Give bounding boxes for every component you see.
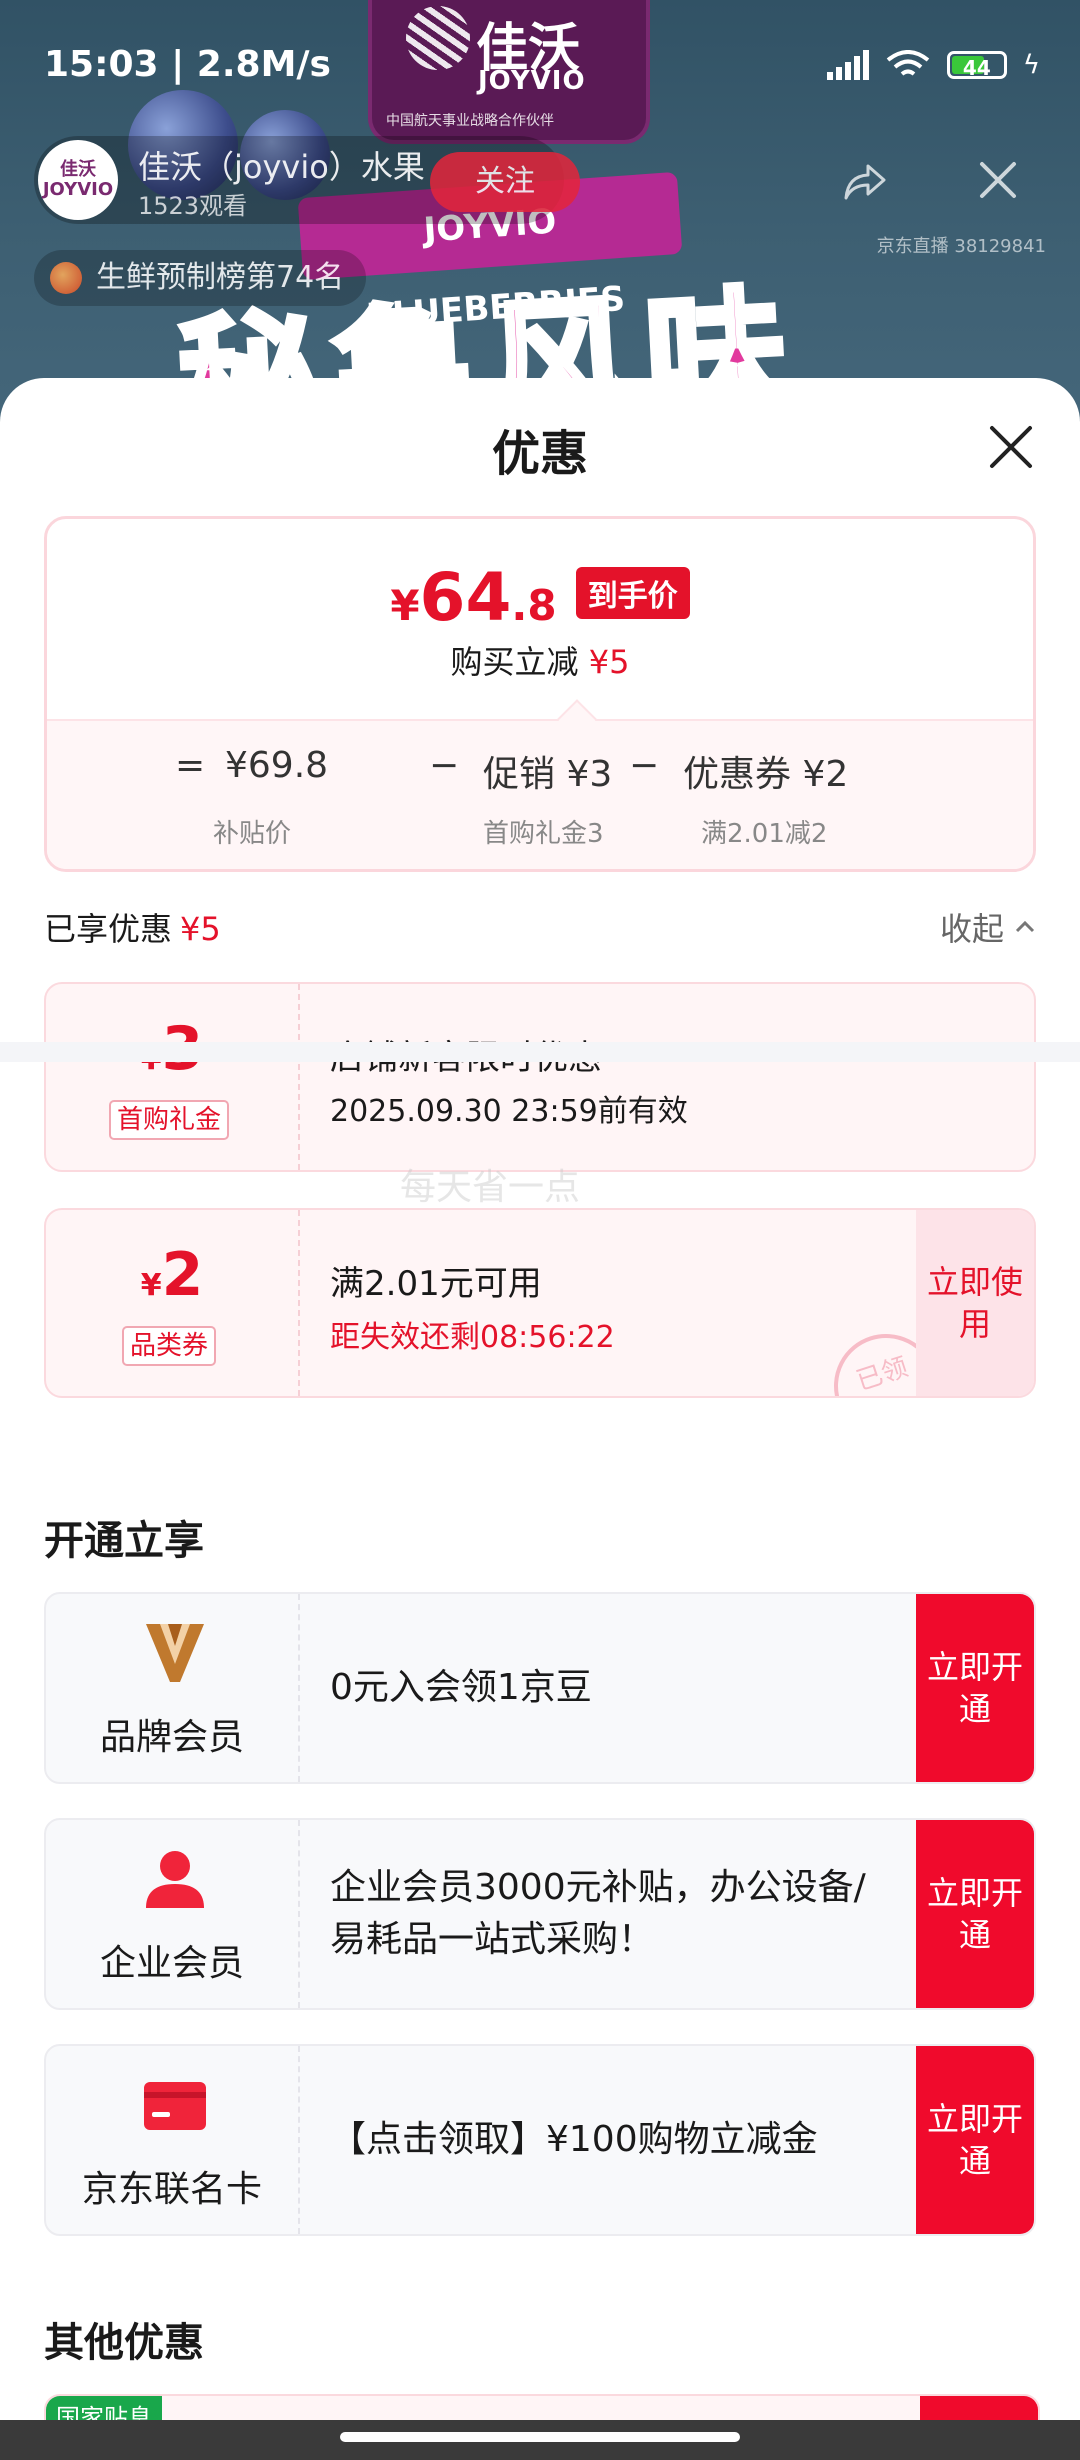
share-icon[interactable] [840,158,888,206]
price-currency: ¥ [390,581,420,630]
instant-discount-label: 购买立减 [450,643,579,681]
status-time: 15:03 | 2.8M/s [44,44,331,85]
coupon-title: 满2.01元可用 [330,1264,542,1304]
price-integer: 64 [419,559,512,636]
formula-op: − [429,745,460,786]
enjoyed-discount: 已享优惠 ¥5 [44,904,221,950]
charging-icon: ϟ [1022,50,1040,80]
chevron-up-icon [1015,920,1035,933]
enjoyed-label: 已享优惠 [44,910,173,948]
formula-op: = [175,745,206,786]
price-breakdown: = ¥69.8 补贴价 − 促销 ¥3 首购礼金3 − 优惠券 ¥2 满2.01… [47,719,1033,869]
instant-discount: 购买立减 ¥5 [47,637,1033,683]
price-card: ¥ 64 .8 到手价 购买立减 ¥5 = ¥69.8 补贴价 − 促销 ¥3 … [44,516,1036,872]
coupon-amount: 优惠券 ¥2 [683,754,849,795]
status-icons: 44 ϟ [826,50,1040,80]
coupon-amount: 2 [161,1240,204,1310]
brand-member-icon [146,1624,204,1682]
membership-row[interactable]: 企业会员 企业会员3000元补贴，办公设备/易耗品一站式采购！ 立即开通 [44,1818,1036,2010]
view-count: 1523观看 [138,192,248,220]
streamer-name: 佳沃（joyvio）水果 [138,148,425,186]
home-indicator[interactable] [340,2432,740,2442]
wifi-icon [886,50,930,76]
collapse-label: 收起 [939,910,1004,948]
collapse-toggle[interactable]: 收起 [940,904,1036,950]
fruit-icon [50,262,82,294]
avatar[interactable]: 佳沃 JOYVIO [38,140,118,220]
discount-sheet: 优惠 ¥ 64 .8 到手价 购买立减 ¥5 = ¥69.8 补贴价 − 促销 … [0,378,1080,2460]
watermark: 每天省一点 [400,1167,581,1208]
rank-tag[interactable]: 生鲜预制榜第74名 [34,250,367,306]
navigation-bar [0,2420,1080,2460]
open-now-button[interactable]: 立即开通 [916,1820,1034,2008]
coupon-type-tag: 品类券 [122,1326,217,1366]
membership-desc: 企业会员3000元补贴，办公设备/易耗品一站式采购！ [330,1867,866,1960]
use-now-button[interactable]: 立即使用 [916,1210,1034,1396]
close-live-icon[interactable] [976,158,1020,202]
battery-icon: 44 [946,51,1007,80]
membership-name: 京东联名卡 [81,2169,262,2210]
coupon-condition: 满2.01减2 [701,819,828,849]
follow-button[interactable]: 关注 [430,152,580,212]
membership-name: 企业会员 [99,1943,244,1984]
close-icon[interactable] [988,424,1034,470]
section-divider [0,1042,1080,1062]
coupon-card[interactable]: ¥3 首购礼金 店铺新客限时优惠 2025.09.30 23:59前有效 [44,982,1036,1172]
membership-name: 品牌会员 [99,1717,244,1758]
battery-level: 44 [962,56,991,80]
formula-op: − [629,745,660,786]
final-price-badge: 到手价 [575,567,690,619]
open-section-title: 开通立享 [44,1518,204,1564]
coupon-type-tag: 首购礼金 [109,1100,230,1140]
membership-desc: 【点击领取】¥100购物立减金 [330,2119,818,2160]
coupon-countdown: 距失效还剩08:56:22 [330,1320,615,1355]
enterprise-member-icon [146,1851,204,1908]
price-decimal: .8 [511,581,557,630]
coupon-value: ¥2 [46,1240,298,1310]
room-id: 京东直播 38129841 [876,236,1046,257]
membership-desc: 0元入会领1京豆 [330,1667,592,1708]
open-now-button[interactable]: 立即开通 [916,1594,1034,1782]
coupon-currency: ¥ [140,1268,162,1303]
open-now-button[interactable]: 立即开通 [916,2046,1034,2234]
promotion-label: 首购礼金3 [483,819,604,849]
coupon-expiry: 2025.09.30 23:59前有效 [330,1094,688,1129]
subsidy-price: ¥69.8 [225,745,329,786]
signal-icon [826,50,869,80]
credit-card-icon [144,2082,206,2130]
final-price: ¥ 64 .8 到手价 [47,559,1033,636]
membership-row[interactable]: 京东联名卡 【点击领取】¥100购物立减金 立即开通 [44,2044,1036,2236]
sheet-title: 优惠 [491,426,588,482]
instant-discount-amount: ¥5 [588,643,630,681]
coupon-card[interactable]: ¥2 品类券 满2.01元可用 距失效还剩08:56:22 已领 立即使用 [44,1208,1036,1398]
subsidy-price-label: 补贴价 [213,819,292,849]
rank-text: 生鲜预制榜第74名 [96,260,345,295]
status-bar: 15:03 | 2.8M/s 44 ϟ [0,0,1080,130]
membership-row[interactable]: 品牌会员 0元入会领1京豆 立即开通 [44,1592,1036,1784]
enjoyed-amount: ¥5 [180,910,221,948]
streamer-info[interactable]: 佳沃 JOYVIO 佳沃（joyvio）水果 1523观看 关注 [34,136,580,224]
other-section-title: 其他优惠 [44,2320,204,2366]
promotion-amount: 促销 ¥3 [483,754,613,795]
